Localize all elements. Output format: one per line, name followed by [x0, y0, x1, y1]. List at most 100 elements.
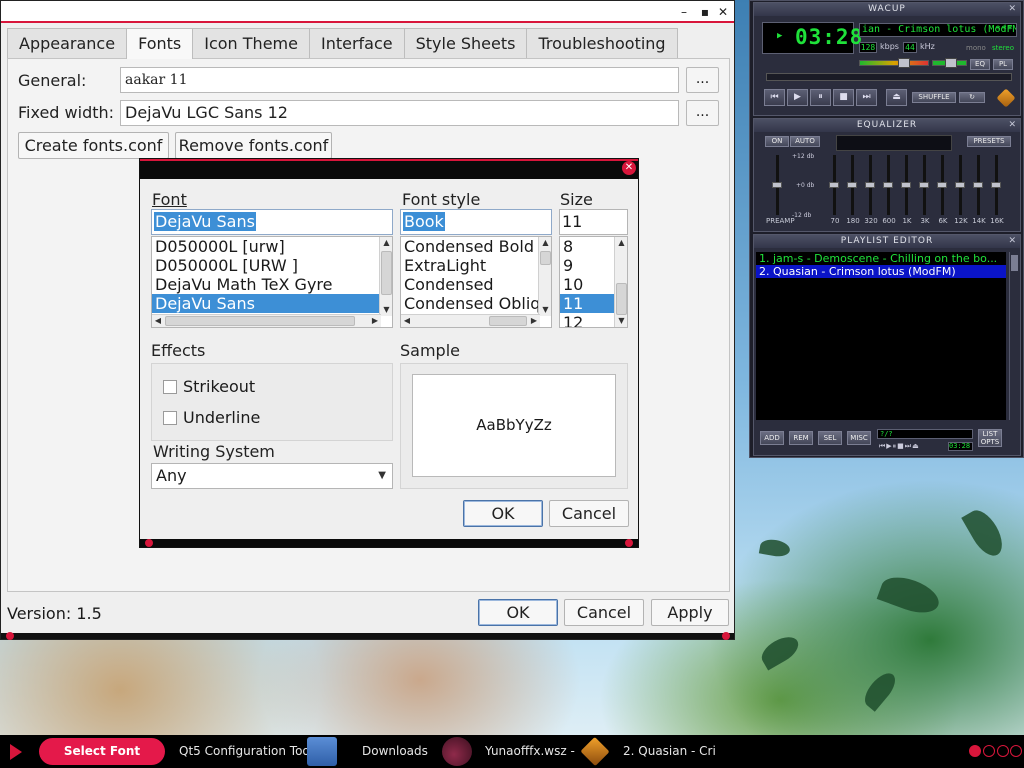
font-style-list[interactable]: Condensed Bold ExtraLight Condensed Cond… — [400, 236, 552, 328]
seek-bar[interactable] — [766, 73, 1012, 81]
window-corner-handle[interactable] — [6, 632, 14, 640]
eq-slider-600[interactable] — [883, 155, 893, 215]
previous-icon[interactable]: ⏮ — [764, 89, 785, 106]
eq-knob[interactable] — [973, 182, 983, 188]
tab-interface[interactable]: Interface — [308, 28, 405, 58]
eq-slider-1k[interactable] — [901, 155, 911, 215]
close-icon[interactable]: ✕ — [622, 161, 636, 175]
playlist-scrollbar-thumb[interactable] — [1011, 255, 1018, 271]
close-icon[interactable]: ✕ — [1008, 3, 1017, 16]
font-family-input[interactable]: DejaVu Sans — [151, 209, 393, 235]
tab-style-sheets[interactable]: Style Sheets — [403, 28, 528, 58]
eq-presets-button[interactable]: PRESETS — [967, 136, 1011, 147]
repeat-icon[interactable]: ↻ — [959, 92, 985, 103]
scroll-up-icon[interactable]: ▲ — [615, 237, 627, 249]
main-titlebar[interactable]: WACUP ✕ — [754, 3, 1020, 16]
remove-fonts-conf-button[interactable]: Remove fonts.conf — [175, 132, 332, 159]
apply-button[interactable]: Apply — [651, 599, 729, 626]
tab-icon-theme[interactable]: Icon Theme — [192, 28, 310, 58]
close-icon[interactable]: ✕ — [714, 3, 732, 21]
eq-knob[interactable] — [901, 182, 911, 188]
maximize-icon[interactable]: ▪ — [696, 3, 714, 21]
eq-knob[interactable] — [865, 182, 875, 188]
eq-knob[interactable] — [772, 182, 782, 188]
vertical-scrollbar[interactable]: ▲ ▼ — [614, 237, 627, 327]
eq-slider-70[interactable] — [829, 155, 839, 215]
wacup-icon[interactable] — [580, 736, 610, 767]
dialog-titlebar[interactable] — [140, 159, 638, 179]
scroll-up-icon[interactable]: ▲ — [380, 237, 392, 249]
time-display[interactable]: ▶ 03:28 — [762, 22, 862, 54]
vertical-scrollbar[interactable]: ▲ ▼ — [538, 237, 551, 316]
checkbox-box[interactable] — [163, 379, 177, 394]
list-item-selected[interactable]: 11 — [560, 294, 614, 313]
folder-icon[interactable] — [307, 737, 337, 766]
list-item-selected[interactable]: DejaVu Sans — [152, 294, 379, 313]
eq-slider-6k[interactable] — [937, 155, 947, 215]
volume-slider[interactable] — [859, 58, 929, 68]
scroll-down-icon[interactable]: ▼ — [539, 304, 551, 316]
list-item[interactable]: Condensed — [401, 275, 551, 294]
workspace-3-indicator[interactable] — [997, 745, 1009, 757]
taskbar-item-downloads[interactable]: Downloads — [362, 735, 428, 768]
playlist-titlebar[interactable]: PLAYLIST EDITOR ✕ — [754, 235, 1020, 248]
dialog-corner-handle[interactable] — [145, 539, 153, 547]
list-item[interactable]: Condensed Bold — [401, 237, 551, 256]
eq-knob[interactable] — [829, 182, 839, 188]
balance-thumb[interactable] — [945, 58, 957, 68]
dialog-bottom-border[interactable] — [140, 539, 638, 547]
list-item[interactable]: DejaVu Math TeX Gyre — [152, 275, 392, 294]
fixed-width-font-browse-button[interactable]: ... — [686, 100, 719, 126]
eq-slider-14k[interactable] — [973, 155, 983, 215]
create-fonts-conf-button[interactable]: Create fonts.conf — [18, 132, 169, 159]
scrollbar-thumb[interactable] — [616, 283, 627, 315]
workspace-4-indicator[interactable] — [1010, 745, 1022, 757]
horizontal-scrollbar[interactable]: ◀ ▶ — [152, 314, 381, 327]
stop-icon[interactable]: ■ — [833, 89, 854, 106]
play-icon[interactable]: ▶ — [787, 89, 808, 106]
next-icon[interactable]: ⏭ — [856, 89, 877, 106]
checkbox-box[interactable] — [163, 410, 177, 425]
list-item[interactable]: D050000L [urw] — [152, 237, 392, 256]
eq-slider-16k[interactable] — [991, 155, 1001, 215]
dialog-ok-button[interactable]: OK — [463, 500, 543, 527]
playlist-mini-controls[interactable]: ⏮▶⏸■⏭⏏ — [879, 442, 920, 451]
fixed-width-font-field[interactable]: DejaVu LGC Sans 12 — [120, 100, 679, 126]
music-note-icon[interactable] — [442, 737, 472, 766]
start-menu-icon[interactable] — [10, 744, 22, 760]
playlist-item-current[interactable]: 2. Quasian - Crimson lotus (ModFM) — [756, 265, 1006, 278]
wacup-logo-icon[interactable] — [996, 88, 1016, 108]
eq-knob[interactable] — [937, 182, 947, 188]
song-title-display[interactable]: ian - Crimson lotus (ModFM) *** — [859, 23, 1017, 37]
eq-knob[interactable] — [955, 182, 965, 188]
scrollbar-thumb[interactable] — [540, 251, 551, 265]
font-style-input[interactable]: Book — [400, 209, 552, 235]
scroll-right-icon[interactable]: ▶ — [369, 315, 381, 327]
font-size-input[interactable]: 11 — [559, 209, 628, 235]
scroll-down-icon[interactable]: ▼ — [615, 315, 627, 327]
playlist-list-opts-button[interactable]: LIST OPTS — [978, 429, 1002, 447]
tab-fonts[interactable]: Fonts — [126, 28, 194, 59]
horizontal-scrollbar[interactable]: ◀ ▶ — [401, 314, 540, 327]
scrollbar-thumb[interactable] — [489, 316, 527, 326]
workspace-2-indicator[interactable] — [983, 745, 995, 757]
underline-checkbox[interactable]: Underline — [163, 408, 260, 427]
playlist-add-button[interactable]: ADD — [760, 431, 784, 445]
ok-button[interactable]: OK — [478, 599, 558, 626]
cancel-button[interactable]: Cancel — [564, 599, 644, 626]
list-item[interactable]: ExtraLight — [401, 256, 551, 275]
taskbar-item-qt5-config[interactable]: Qt5 Configuration Tool — [179, 735, 313, 768]
volume-thumb[interactable] — [898, 58, 910, 68]
taskbar-item-yunaofffx[interactable]: Yunaofffx.wsz - — [485, 735, 575, 768]
eject-icon[interactable]: ⏏ — [886, 89, 907, 106]
vertical-scrollbar[interactable]: ▲ ▼ — [379, 237, 392, 316]
shuffle-button[interactable]: SHUFFLE — [912, 92, 956, 103]
general-font-field[interactable]: aakar 11 — [120, 67, 679, 93]
eq-knob[interactable] — [919, 182, 929, 188]
equalizer-titlebar[interactable]: EQUALIZER ✕ — [754, 119, 1020, 132]
writing-system-select[interactable]: Any ▼ — [151, 463, 393, 489]
dialog-cancel-button[interactable]: Cancel — [549, 500, 629, 527]
dialog-corner-handle[interactable] — [625, 539, 633, 547]
close-icon[interactable]: ✕ — [1008, 235, 1017, 248]
scroll-left-icon[interactable]: ◀ — [152, 315, 164, 327]
